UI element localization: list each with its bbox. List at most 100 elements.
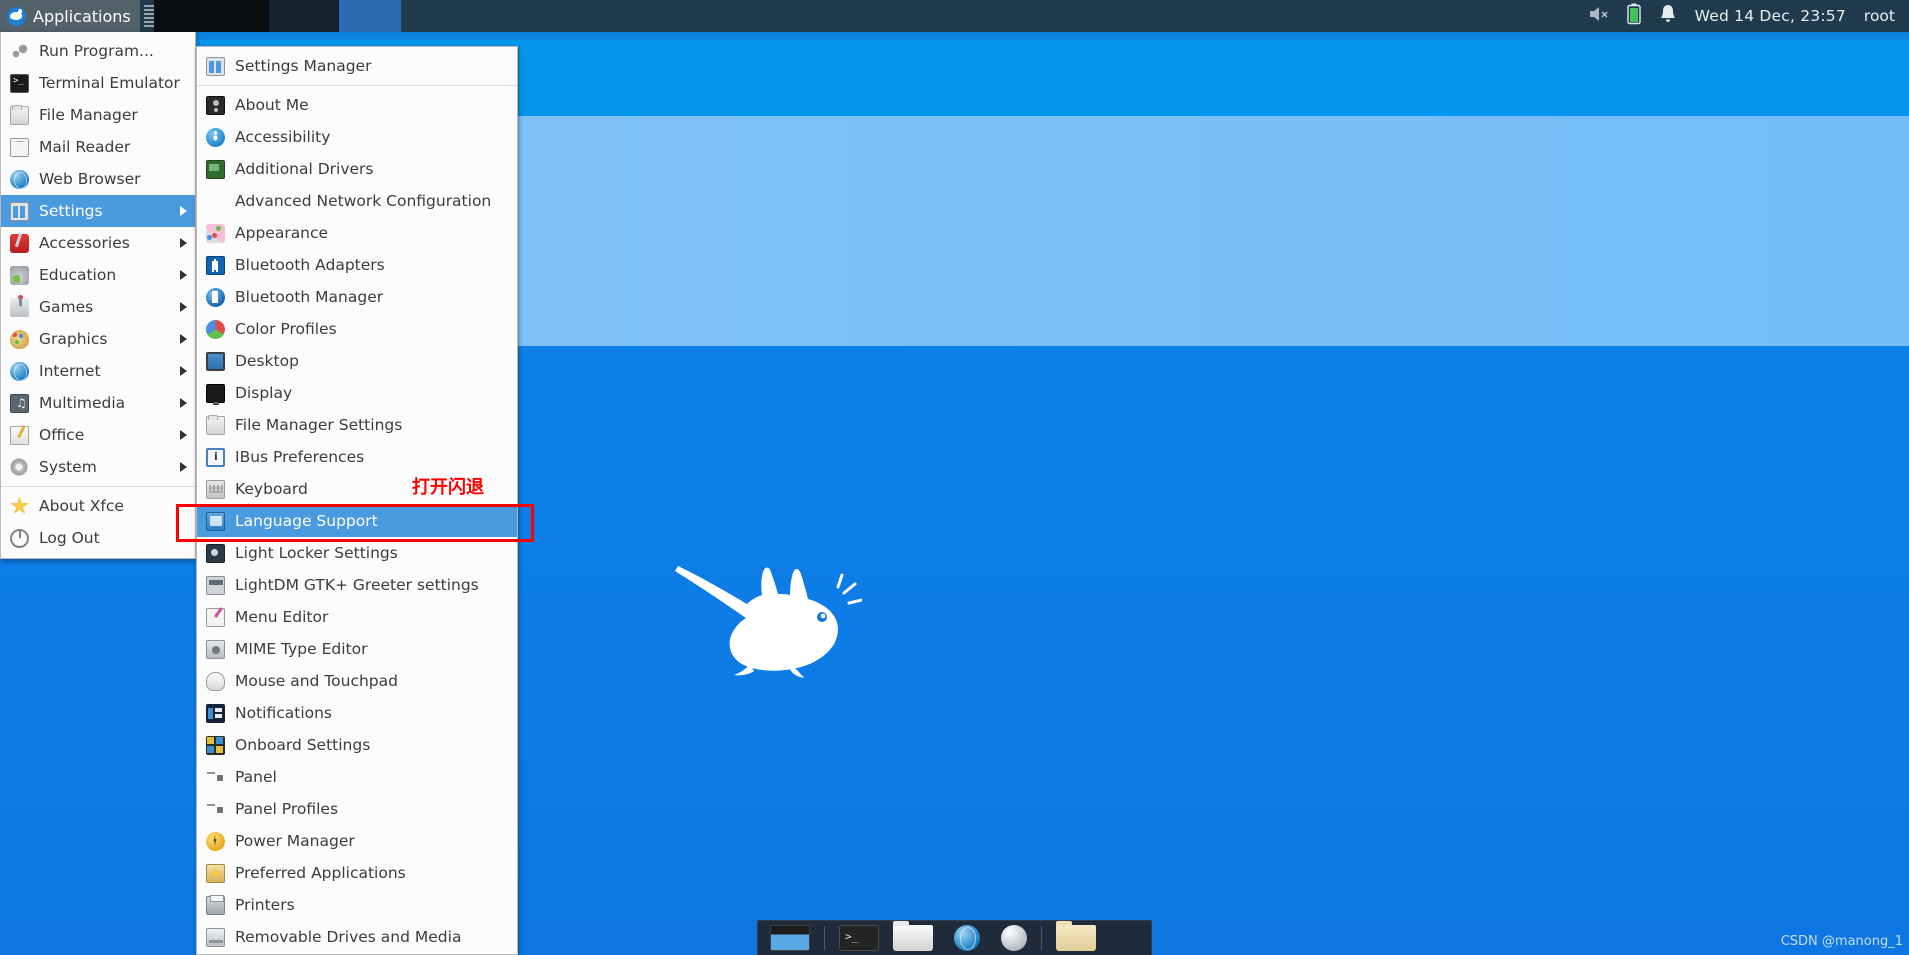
- globe-icon: [10, 169, 29, 189]
- show-desktop-icon[interactable]: [770, 925, 810, 951]
- task-window-item[interactable]: [153, 0, 269, 32]
- submenu-divider: [197, 85, 517, 86]
- submenu-item-panel[interactable]: Panel: [197, 761, 517, 793]
- submenu-item-preferred-applications[interactable]: Preferred Applications: [197, 857, 517, 889]
- chevron-right-icon: [180, 206, 187, 216]
- battery-icon[interactable]: [1626, 3, 1641, 29]
- menu-item-multimedia[interactable]: Multimedia: [1, 387, 195, 419]
- menu-item-graphics[interactable]: Graphics: [1, 323, 195, 355]
- color-profiles-icon: [206, 319, 225, 339]
- sphere-icon[interactable]: [1001, 925, 1027, 951]
- submenu-item-bluetooth-manager[interactable]: Bluetooth Manager: [197, 281, 517, 313]
- submenu-item-label: Onboard Settings: [235, 736, 371, 754]
- submenu-item-notifications[interactable]: Notifications: [197, 697, 517, 729]
- submenu-item-advanced-network-configuration[interactable]: Advanced Network Configuration: [197, 185, 517, 217]
- submenu-item-about-me[interactable]: About Me: [197, 89, 517, 121]
- chevron-right-icon: [180, 366, 187, 376]
- annotation-text: 打开闪退: [412, 477, 484, 498]
- submenu-item-printers[interactable]: Printers: [197, 889, 517, 921]
- submenu-item-bluetooth-adapters[interactable]: Bluetooth Adapters: [197, 249, 517, 281]
- submenu-item-onboard-settings[interactable]: Onboard Settings: [197, 729, 517, 761]
- menu-item-label: Terminal Emulator: [39, 74, 180, 92]
- submenu-item-label: Notifications: [235, 704, 333, 722]
- menu-item-games[interactable]: Games: [1, 291, 195, 323]
- menu-item-file-manager[interactable]: File Manager: [1, 99, 195, 131]
- menu-item-about-xfce[interactable]: About Xfce: [1, 490, 195, 522]
- task-window-item[interactable]: [268, 0, 339, 32]
- bell-icon[interactable]: [1659, 4, 1677, 28]
- menu-item-label: Mail Reader: [39, 138, 131, 156]
- submenu-item-lightdm-greeter-settings[interactable]: LightDM GTK+ Greeter settings: [197, 569, 517, 601]
- panel-clock[interactable]: Wed 14 Dec, 23:57: [1695, 7, 1846, 25]
- submenu-item-label: Panel: [235, 768, 277, 786]
- submenu-item-accessibility[interactable]: Accessibility: [197, 121, 517, 153]
- menu-item-settings[interactable]: Settings: [1, 195, 195, 227]
- submenu-item-power-manager[interactable]: Power Manager: [197, 825, 517, 857]
- submenu-item-label: Additional Drivers: [235, 160, 374, 178]
- preferred-apps-icon: [206, 863, 225, 883]
- submenu-item-settings-manager[interactable]: Settings Manager: [197, 50, 517, 82]
- menu-item-label: Multimedia: [39, 394, 126, 412]
- submenu-item-menu-editor[interactable]: Menu Editor: [197, 601, 517, 633]
- menu-item-accessories[interactable]: Accessories: [1, 227, 195, 259]
- menu-item-system[interactable]: System: [1, 451, 195, 483]
- speaker-muted-icon[interactable]: [1589, 5, 1609, 27]
- menu-item-label: Run Program...: [39, 42, 154, 60]
- menu-item-run-program[interactable]: Run Program...: [1, 35, 195, 67]
- menu-item-mail-reader[interactable]: Mail Reader: [1, 131, 195, 163]
- light-locker-icon: [206, 543, 225, 563]
- submenu-item-label: Mouse and Touchpad: [235, 672, 398, 690]
- joystick-icon: [10, 294, 29, 317]
- menu-item-internet[interactable]: Internet: [1, 355, 195, 387]
- submenu-item-mouse-and-touchpad[interactable]: Mouse and Touchpad: [197, 665, 517, 697]
- chevron-right-icon: [180, 430, 187, 440]
- panel-task-list[interactable]: [153, 0, 1589, 32]
- folder-icon[interactable]: [1056, 921, 1096, 951]
- submenu-item-label: Settings Manager: [235, 57, 372, 75]
- task-window-item-active[interactable]: [338, 0, 401, 32]
- web-browser-icon[interactable]: [954, 925, 980, 951]
- terminal-icon[interactable]: [839, 925, 879, 951]
- submenu-item-ibus-preferences[interactable]: IBus Preferences: [197, 441, 517, 473]
- mouse-icon: [206, 671, 225, 691]
- bluetooth-manager-icon: [206, 287, 225, 307]
- submenu-item-label: Accessibility: [235, 128, 331, 146]
- submenu-item-appearance[interactable]: Appearance: [197, 217, 517, 249]
- submenu-item-light-locker-settings[interactable]: Light Locker Settings: [197, 537, 517, 569]
- keyboard-icon: [206, 479, 225, 499]
- menu-item-education[interactable]: Education: [1, 259, 195, 291]
- submenu-item-mime-type-editor[interactable]: MIME Type Editor: [197, 633, 517, 665]
- submenu-item-panel-profiles[interactable]: Panel Profiles: [197, 793, 517, 825]
- submenu-item-language-support[interactable]: Language Support: [197, 505, 517, 537]
- xfce-mouse-logo: [675, 566, 862, 678]
- applications-menu: Run Program... Terminal Emulator File Ma…: [0, 32, 196, 559]
- submenu-item-removable-drives-and-media[interactable]: Removable Drives and Media: [197, 921, 517, 953]
- submenu-item-additional-drivers[interactable]: Additional Drivers: [197, 153, 517, 185]
- panel-handle-icon[interactable]: [143, 5, 154, 27]
- submenu-item-display[interactable]: Display: [197, 377, 517, 409]
- submenu-item-label: Appearance: [235, 224, 329, 242]
- panel-username[interactable]: root: [1864, 7, 1899, 25]
- gears-icon: [10, 41, 29, 61]
- submenu-item-label: Light Locker Settings: [235, 544, 398, 562]
- xfce-mouse-icon: [7, 6, 26, 26]
- submenu-item-file-manager-settings[interactable]: File Manager Settings: [197, 409, 517, 441]
- file-manager-icon[interactable]: [893, 921, 933, 951]
- chevron-right-icon: [180, 334, 187, 344]
- submenu-item-label: Menu Editor: [235, 608, 329, 626]
- menu-item-web-browser[interactable]: Web Browser: [1, 163, 195, 195]
- settings-submenu: Settings Manager About Me Accessibility …: [196, 46, 518, 955]
- menu-item-log-out[interactable]: Log Out: [1, 522, 195, 554]
- submenu-item-label: Printers: [235, 896, 295, 914]
- menu-item-office[interactable]: Office: [1, 419, 195, 451]
- display-icon: [206, 383, 225, 405]
- submenu-item-label: IBus Preferences: [235, 448, 365, 466]
- menu-item-label: System: [39, 458, 97, 476]
- mail-icon: [10, 137, 29, 157]
- panel-icon: [206, 768, 225, 787]
- submenu-item-color-profiles[interactable]: Color Profiles: [197, 313, 517, 345]
- applications-menu-button[interactable]: Applications: [0, 0, 140, 32]
- applications-label: Applications: [33, 6, 131, 26]
- menu-item-terminal-emulator[interactable]: Terminal Emulator: [1, 67, 195, 99]
- submenu-item-desktop[interactable]: Desktop: [197, 345, 517, 377]
